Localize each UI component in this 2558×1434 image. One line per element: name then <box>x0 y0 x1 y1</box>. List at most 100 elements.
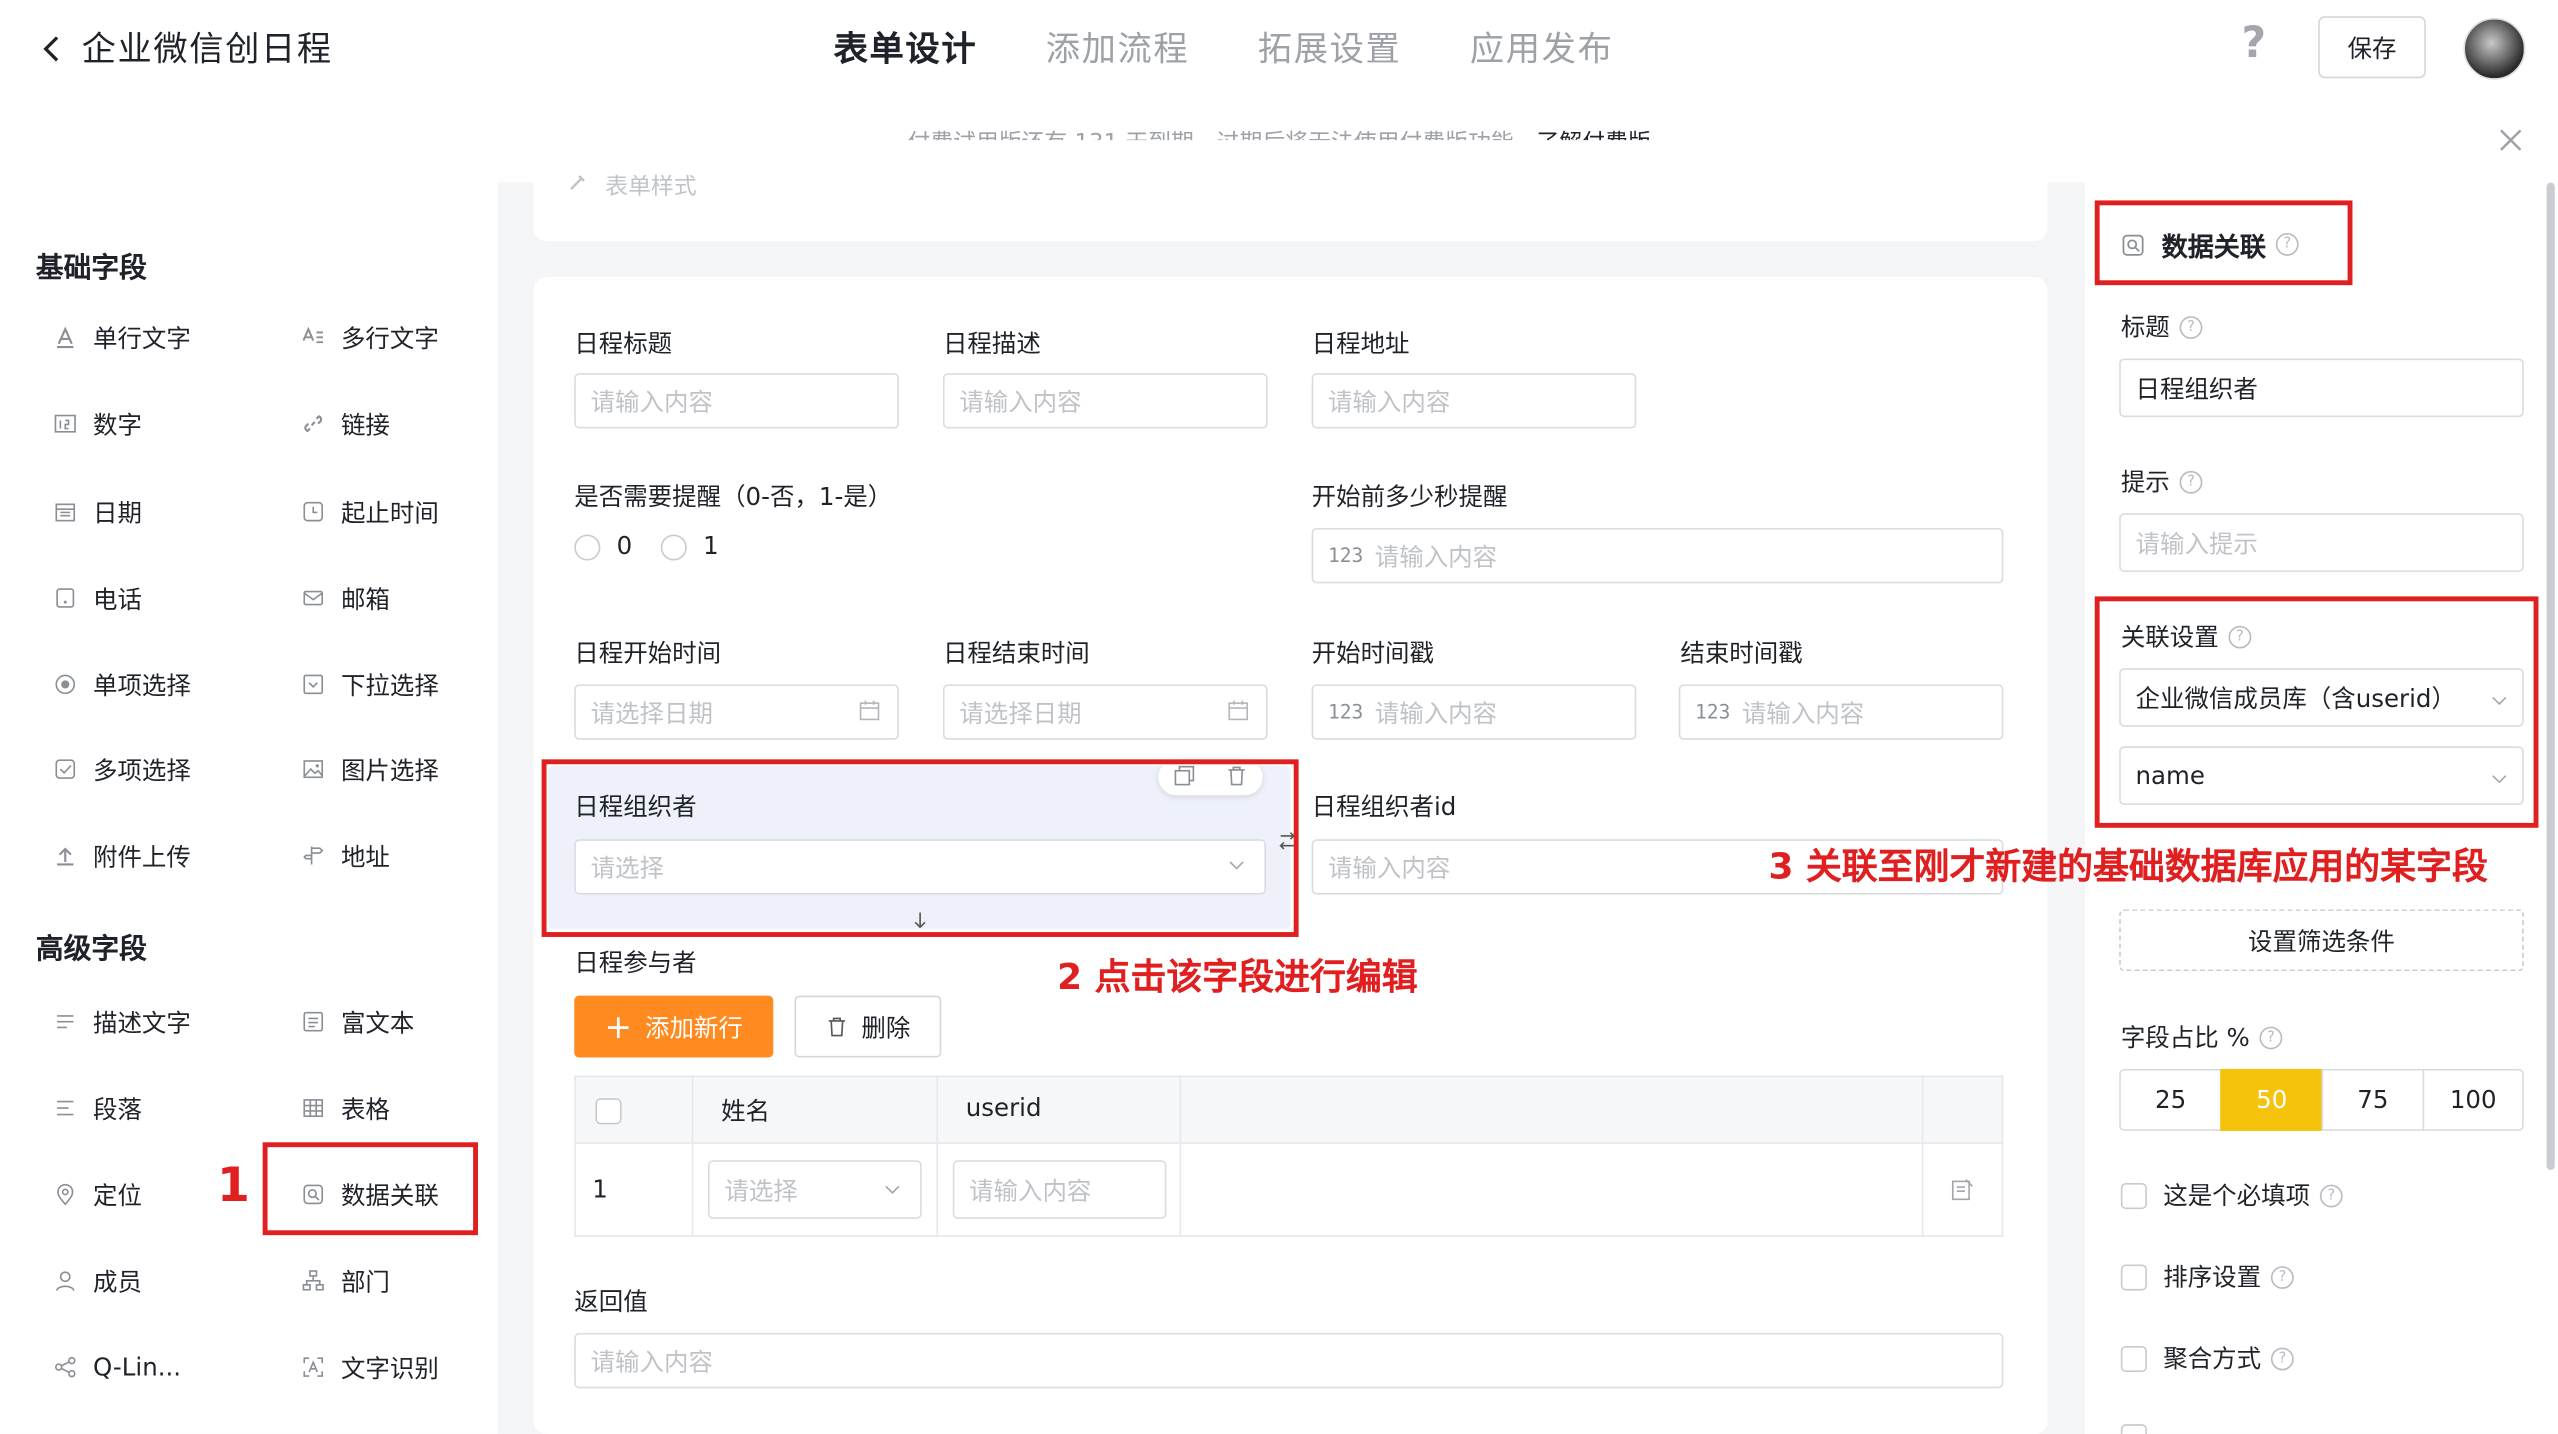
input-schedule-title[interactable]: 请输入内容 <box>574 373 899 429</box>
ratio-25[interactable]: 25 <box>2119 1068 2222 1131</box>
field-label: 起止时间 <box>340 497 439 528</box>
required-checkbox[interactable] <box>2120 1183 2147 1210</box>
field-member[interactable]: 成员 <box>54 1256 142 1305</box>
title-input[interactable]: 日程组织者 <box>2119 358 2524 418</box>
radio-option-1[interactable] <box>660 534 687 561</box>
avatar[interactable] <box>2463 17 2526 80</box>
field-label: 日期 <box>92 497 142 528</box>
field-label: 地址 <box>340 841 390 871</box>
field-multi-line-text[interactable]: 多行文字 <box>302 313 439 362</box>
field-text-recognition[interactable]: 文字识别 <box>302 1343 439 1392</box>
placeholder: 请输入内容 <box>1327 853 1451 883</box>
placeholder: 请选择日期 <box>959 698 1082 728</box>
multiline-text-icon <box>302 326 325 349</box>
field-single-select[interactable]: 单项选择 <box>54 660 191 709</box>
tab-extension-settings[interactable]: 拓展设置 <box>1258 23 1402 72</box>
ratio-75[interactable]: 75 <box>2321 1068 2425 1131</box>
select-participant-name[interactable]: 请选择 <box>708 1160 922 1219</box>
filter-conditions-button[interactable]: 设置筛选条件 <box>2119 909 2524 972</box>
field-paragraph[interactable]: 段落 <box>54 1084 142 1133</box>
field-label: 部门 <box>340 1266 390 1297</box>
save-button[interactable]: 保存 <box>2318 16 2426 79</box>
help-icon[interactable]: ? <box>2179 315 2203 339</box>
help-icon[interactable]: ? <box>2259 1025 2283 1049</box>
input-schedule-description[interactable]: 请输入内容 <box>942 373 1268 429</box>
input-schedule-address[interactable]: 请输入内容 <box>1311 373 1637 429</box>
back-arrow-icon[interactable] <box>33 29 72 68</box>
placeholder: 请输入内容 <box>1327 387 1451 417</box>
ratio-100[interactable]: 100 <box>2422 1068 2524 1131</box>
field-phone[interactable]: 电话 <box>54 574 142 623</box>
field-image-select[interactable]: 图片选择 <box>302 745 439 794</box>
placeholder: 请输入内容 <box>1741 698 1865 728</box>
aggregate-label: 聚合方式? <box>2163 1341 2294 1375</box>
app-root: 企业微信创日程 表单设计 添加流程 拓展设置 应用发布 ? 保存 付费试用版还有… <box>0 0 2558 1434</box>
annotation-box-3b <box>2094 596 2539 828</box>
delete-row-button[interactable]: 删除 <box>794 995 942 1058</box>
checkbox-icon <box>54 758 77 781</box>
label-ratio-text: 字段占比 % <box>2120 1023 2250 1053</box>
field-label: 邮箱 <box>340 584 390 614</box>
scrollbar-thumb[interactable] <box>2546 182 2555 1170</box>
table-header-row <box>574 1075 2004 1144</box>
input-remind-seconds[interactable]: 123 请输入内容 <box>1311 527 2004 584</box>
help-icon[interactable]: ? <box>2270 1346 2294 1370</box>
add-row-label: 添加新行 <box>645 1012 743 1043</box>
form-style-label: 表单样式 <box>605 174 697 201</box>
help-icon[interactable]: ? <box>2270 1265 2294 1289</box>
field-table[interactable]: 表格 <box>302 1084 390 1133</box>
number-prefix-icon: 123 <box>1695 700 1731 724</box>
field-address[interactable]: 地址 <box>302 831 390 880</box>
sort-checkbox[interactable] <box>2120 1264 2147 1291</box>
ratio-50[interactable]: 50 <box>2220 1068 2324 1131</box>
help-icon[interactable]: ? <box>2319 1183 2343 1207</box>
add-row-button[interactable]: + 添加新行 <box>574 995 774 1058</box>
help-icon[interactable]: ? <box>2242 20 2267 69</box>
field-email[interactable]: 邮箱 <box>302 574 390 623</box>
tab-add-process[interactable]: 添加流程 <box>1046 23 1190 72</box>
field-attachment-upload[interactable]: 附件上传 <box>54 831 191 880</box>
help-icon[interactable]: ? <box>2179 470 2203 493</box>
tab-app-publish[interactable]: 应用发布 <box>1470 23 1614 72</box>
tab-form-design[interactable]: 表单设计 <box>834 23 978 72</box>
field-department[interactable]: 部门 <box>302 1256 390 1305</box>
field-label: 段落 <box>92 1094 142 1124</box>
chevron-down-icon <box>881 1178 904 1201</box>
input-return-value[interactable]: 请输入内容 <box>574 1332 2004 1389</box>
field-label: Q-Lin... <box>92 1352 182 1382</box>
aggregate-checkbox[interactable] <box>2120 1345 2147 1373</box>
close-icon[interactable] <box>2498 125 2524 158</box>
placeholder: 请输入内容 <box>590 1346 713 1377</box>
field-description-text[interactable]: 描述文字 <box>54 997 191 1046</box>
scrollbar-track[interactable] <box>2545 182 2558 1170</box>
input-end-time[interactable]: 请选择日期 <box>942 684 1268 740</box>
field-q-link[interactable]: Q-Lin... <box>54 1343 181 1392</box>
paragraph-icon <box>54 1097 77 1120</box>
annotation-step-2: 2 点击该字段进行编辑 <box>1057 958 1418 999</box>
field-single-line-text[interactable]: 单行文字 <box>54 313 191 362</box>
field-multi-select[interactable]: 多项选择 <box>54 745 191 794</box>
label-end-time: 日程结束时间 <box>942 638 1090 669</box>
field-time-range[interactable]: 起止时间 <box>302 487 439 536</box>
field-rich-text[interactable]: 富文本 <box>302 997 414 1046</box>
next-option-checkbox[interactable] <box>2120 1424 2147 1434</box>
label-return-value: 返回值 <box>574 1287 648 1317</box>
radio-icon <box>54 673 77 696</box>
field-link[interactable]: 链接 <box>302 399 390 448</box>
input-start-timestamp[interactable]: 123 请输入内容 <box>1311 684 1637 740</box>
field-location[interactable]: 定位 <box>54 1170 142 1219</box>
link-icon <box>302 412 325 435</box>
form-style-header[interactable]: 表单样式 <box>566 169 697 202</box>
hint-input[interactable]: 请输入提示 <box>2119 513 2524 572</box>
input-end-timestamp[interactable]: 123 请输入内容 <box>1678 684 2004 740</box>
dropdown-icon <box>302 673 325 696</box>
input-participant-userid[interactable]: 请输入内容 <box>952 1160 1167 1219</box>
input-start-time[interactable]: 请选择日期 <box>574 684 899 740</box>
select-all-checkbox[interactable] <box>595 1098 622 1125</box>
radio-option-0[interactable] <box>574 534 601 561</box>
field-dropdown[interactable]: 下拉选择 <box>302 660 439 709</box>
field-number[interactable]: 数字 <box>54 399 142 448</box>
row-edit-icon[interactable] <box>1950 1176 1976 1202</box>
field-date[interactable]: 日期 <box>54 487 142 536</box>
label-need-reminder: 是否需要提醒（0-否，1-是） <box>574 482 893 512</box>
